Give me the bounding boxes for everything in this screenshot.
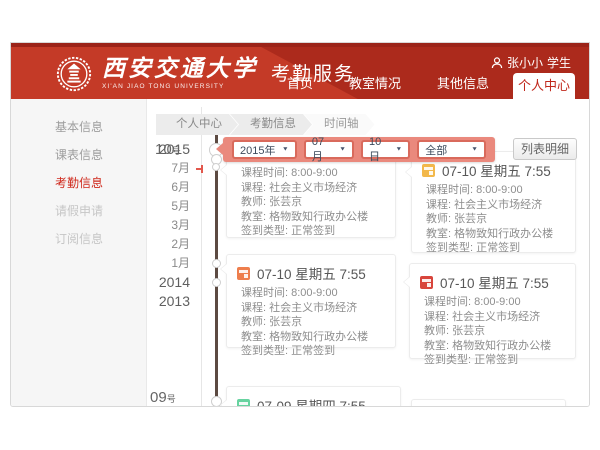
nav-item-personal-center[interactable]: 个人中心: [513, 73, 575, 99]
card-row: 课程: 社会主义市场经济: [412, 198, 575, 213]
current-month-marker-icon: [196, 168, 203, 170]
card-row: 课程: 社会主义市场经济: [227, 301, 395, 316]
card-arrow-icon: [405, 166, 412, 178]
content-area: 个人中心 考勤信息 时间轴 2015 7月 6月 5月 3月 2月 1月 201…: [147, 99, 589, 407]
calendar-green-icon: [237, 399, 250, 408]
chevron-down-icon: ▼: [395, 147, 402, 153]
card-arrow-icon: [403, 276, 410, 288]
card-title: 07-10 星期五 7:55: [442, 160, 551, 180]
card-row: 课程时间: 8:00-9:00: [227, 286, 395, 301]
scale-month-05[interactable]: 5月: [147, 197, 196, 216]
attendance-card-partial[interactable]: [411, 399, 566, 407]
card-arrow-icon: [220, 399, 227, 407]
card-row: 教师: 张芸京: [227, 315, 395, 330]
card-title: 07-10 星期五 7:55: [440, 272, 549, 292]
year-select-value: 2015年: [240, 142, 275, 158]
card-row: 课程: 社会主义市场经济: [410, 310, 575, 325]
breadcrumb-personal-center[interactable]: 个人中心: [156, 114, 238, 135]
card-row: 教师: 张芸京: [410, 324, 575, 339]
nav-item-classrooms[interactable]: 教室情况: [331, 73, 419, 99]
type-select[interactable]: 全部 ▼: [417, 140, 486, 159]
type-select-value: 全部: [425, 142, 447, 158]
attendance-card[interactable]: 07-10 星期五 7:55 课程时间: 8:00-9:00 课程: 社会主义市…: [226, 254, 396, 348]
card-arrow-icon: [220, 263, 227, 275]
user-name: 张小小: [507, 54, 543, 71]
day-label-09: 09号: [150, 389, 176, 406]
sidebar: 基本信息 课表信息 考勤信息 请假申请 订阅信息: [11, 99, 147, 407]
scale-month-02[interactable]: 2月: [147, 235, 196, 254]
university-logo-icon: [55, 55, 93, 93]
card-title: 07-10 星期五 7:55: [257, 263, 366, 283]
card-row: 教师: 张芸京: [227, 195, 395, 210]
card-row: 签到类型: 正常签到: [227, 344, 395, 359]
day-label-10: 10号: [155, 141, 181, 158]
card-arrow-icon: [220, 164, 227, 176]
sidebar-item-timetable-info[interactable]: 课表信息: [11, 141, 146, 169]
card-row: 课程时间: 8:00-9:00: [412, 183, 575, 198]
breadcrumb: 个人中心 考勤信息 时间轴: [156, 114, 375, 135]
calendar-orange-icon: [237, 267, 250, 280]
nav-item-other-info[interactable]: 其他信息: [419, 73, 507, 99]
card-row: 教师: 张芸京: [412, 212, 575, 227]
scale-month-03[interactable]: 3月: [147, 216, 196, 235]
card-title: 07-09 星期四 7:55: [257, 395, 366, 407]
main-nav: 首页 教室情况 其他信息 个人中心: [269, 73, 575, 99]
year-select[interactable]: 2015年 ▼: [232, 140, 297, 159]
card-row: 教室: 格物致知行政办公楼: [412, 227, 575, 242]
header-top-strip: [11, 43, 589, 47]
card-row: 课程: 社会主义市场经济: [227, 181, 395, 196]
filter-bar: 2015年 ▼ 07月 ▼ 10日 ▼ 全部 ▼: [223, 137, 495, 162]
day-select[interactable]: 10日 ▼: [361, 140, 410, 159]
breadcrumb-timeline[interactable]: 时间轴: [304, 114, 375, 135]
user-role: 学生: [547, 54, 571, 71]
scale-month-07[interactable]: 7月: [147, 159, 196, 178]
attendance-card[interactable]: 07-09 星期四 7:55: [226, 386, 401, 407]
scale-month-01[interactable]: 1月: [147, 254, 196, 273]
card-row: 教室: 格物致知行政办公楼: [227, 210, 395, 225]
scale-month-06[interactable]: 6月: [147, 178, 196, 197]
sidebar-item-leave-request[interactable]: 请假申请: [11, 197, 146, 225]
timeline-dot: [212, 278, 221, 287]
attendance-card[interactable]: 07-10 星期五 7:55 课程时间: 8:00-9:00 课程: 社会主义市…: [409, 263, 576, 359]
breadcrumb-attendance-info[interactable]: 考勤信息: [230, 114, 312, 135]
card-row: 课程时间: 8:00-9:00: [410, 295, 575, 310]
chevron-down-icon: ▼: [282, 147, 289, 153]
card-row: 教室: 格物致知行政办公楼: [410, 339, 575, 354]
app-header: 西安交通大学 XI'AN JIAO TONG UNIVERSITY 考勤服务 张…: [11, 43, 589, 99]
chevron-down-icon: ▼: [339, 147, 346, 153]
timeline-dot: [212, 163, 220, 171]
list-detail-button[interactable]: 列表明细: [513, 138, 577, 160]
scale-separator-line: [201, 107, 202, 407]
university-name-cn: 西安交通大学: [102, 57, 258, 80]
card-row: 签到类型: 正常签到: [227, 224, 395, 239]
app-window: 西安交通大学 XI'AN JIAO TONG UNIVERSITY 考勤服务 张…: [10, 42, 590, 407]
university-name: 西安交通大学 XI'AN JIAO TONG UNIVERSITY: [102, 57, 258, 91]
scale-year-2014[interactable]: 2014: [147, 273, 196, 292]
month-select-value: 07月: [312, 136, 334, 164]
user-info[interactable]: 张小小 学生: [491, 54, 571, 71]
sidebar-item-basic-info[interactable]: 基本信息: [11, 113, 146, 141]
sidebar-item-attendance-info[interactable]: 考勤信息: [11, 169, 146, 197]
app-body: 基本信息 课表信息 考勤信息 请假申请 订阅信息 个人中心 考勤信息 时间轴 2…: [11, 99, 589, 407]
card-row: 签到类型: 正常签到: [410, 353, 575, 368]
sidebar-item-subscription-info[interactable]: 订阅信息: [11, 225, 146, 253]
month-select[interactable]: 07月 ▼: [304, 140, 354, 159]
scale-year-2013[interactable]: 2013: [147, 292, 196, 311]
attendance-card[interactable]: 07-10 星期五 7:55 课程时间: 8:00-9:00 课程: 社会主义市…: [411, 151, 576, 253]
card-row: 教室: 格物致知行政办公楼: [227, 330, 395, 345]
university-name-en: XI'AN JIAO TONG UNIVERSITY: [102, 84, 258, 91]
user-icon: [491, 57, 503, 69]
timeline-scale: 2015 7月 6月 5月 3月 2月 1月 2014 2013: [147, 140, 196, 311]
day-select-value: 10日: [369, 136, 390, 164]
card-row: 课程时间: 8:00-9:00: [227, 166, 395, 181]
card-row: 签到类型: 正常签到: [412, 241, 575, 256]
calendar-yellow-icon: [422, 164, 435, 177]
calendar-red-icon: [420, 276, 433, 289]
chevron-down-icon: ▼: [471, 147, 478, 153]
nav-item-home[interactable]: 首页: [269, 73, 331, 99]
